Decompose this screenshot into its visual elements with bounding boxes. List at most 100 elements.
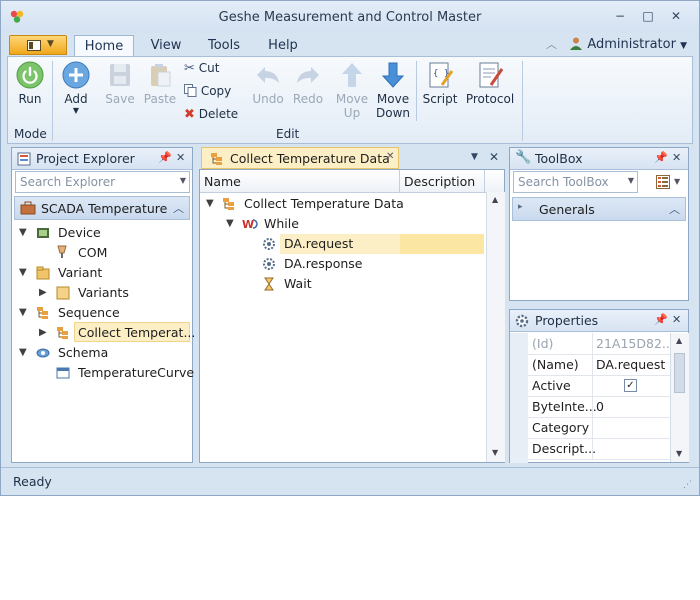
move-down-button[interactable]: Move Down bbox=[374, 61, 412, 129]
group-separator bbox=[522, 61, 523, 141]
cut-button[interactable]: ✂ Cut bbox=[184, 61, 219, 76]
scroll-up-icon[interactable]: ▲ bbox=[492, 195, 498, 204]
project-header[interactable]: SCADA Temperature ︿ bbox=[14, 196, 190, 220]
user-icon bbox=[569, 36, 583, 54]
tree-item-device[interactable]: Device bbox=[58, 225, 101, 240]
collapsed-arrow-icon[interactable]: ▶ bbox=[39, 287, 47, 298]
sequence-tree-grid: Name Description ▼ Collect Temperature D… bbox=[199, 169, 505, 463]
pin-icon[interactable]: 📌 bbox=[158, 151, 172, 164]
column-header-description[interactable]: Description bbox=[404, 174, 475, 189]
paste-button[interactable]: Paste bbox=[142, 61, 178, 115]
gear-data-icon bbox=[263, 258, 275, 270]
briefcase-icon bbox=[20, 201, 36, 215]
save-button[interactable]: Save bbox=[102, 61, 138, 115]
group-label-edit: Edit bbox=[276, 127, 300, 141]
copy-icon bbox=[184, 84, 197, 100]
expand-arrow-icon[interactable]: ▼ bbox=[19, 267, 27, 278]
column-divider bbox=[592, 333, 593, 354]
while-loop-icon: W bbox=[242, 218, 258, 231]
tab-home[interactable]: Home bbox=[74, 35, 134, 57]
run-button[interactable]: Run bbox=[12, 61, 48, 115]
pin-icon[interactable]: 📌 bbox=[654, 151, 668, 164]
close-icon[interactable]: ✕ bbox=[672, 151, 681, 164]
tree-row-da-request[interactable]: DA.request bbox=[284, 236, 353, 251]
pin-icon[interactable]: 📌 bbox=[654, 313, 668, 326]
delete-button[interactable]: ✖ Delete bbox=[184, 107, 238, 122]
collapse-arrow-icon: ▸ bbox=[518, 202, 523, 212]
resize-grip-icon[interactable]: ⋰ bbox=[683, 480, 692, 490]
tree-item-variant[interactable]: Variant bbox=[58, 265, 102, 280]
expand-arrow-icon[interactable]: ▼ bbox=[19, 347, 27, 358]
tree-row-collect-temperature-data[interactable]: Collect Temperature Data bbox=[244, 196, 404, 211]
scroll-down-icon[interactable]: ▼ bbox=[492, 448, 498, 457]
redo-button[interactable]: Redo bbox=[290, 61, 326, 115]
expand-arrow-icon[interactable]: ▼ bbox=[19, 227, 27, 238]
document-tab[interactable]: Collect Temperature Data ✕ bbox=[201, 147, 399, 169]
application-menu-button[interactable]: ▼ bbox=[9, 35, 67, 55]
maximize-button[interactable]: □ bbox=[637, 7, 659, 25]
tree-item-collect-temperature[interactable]: Collect Temperat... bbox=[78, 325, 195, 340]
collapsed-arrow-icon[interactable]: ▶ bbox=[39, 327, 47, 338]
copy-button[interactable]: Copy bbox=[184, 84, 231, 100]
property-row[interactable]: Category bbox=[528, 417, 670, 439]
toolbox-view-button[interactable]: ▼ bbox=[654, 172, 684, 192]
redo-icon bbox=[297, 67, 319, 83]
tree-row-da-response[interactable]: DA.response bbox=[284, 256, 363, 271]
chevron-down-icon[interactable]: ▼ bbox=[628, 176, 634, 185]
sequence-icon bbox=[37, 307, 48, 319]
expand-arrow-icon[interactable]: ▼ bbox=[206, 198, 214, 209]
close-button[interactable]: ✕ bbox=[665, 7, 687, 25]
tree-item-sequence[interactable]: Sequence bbox=[58, 305, 120, 320]
scroll-up-icon[interactable]: ▲ bbox=[676, 336, 682, 345]
collapse-ribbon-icon[interactable]: ︿ bbox=[546, 38, 557, 51]
add-button[interactable]: Add ▼ bbox=[58, 61, 94, 127]
property-row[interactable]: Descript... bbox=[528, 438, 670, 460]
tree-item-variants[interactable]: Variants bbox=[78, 285, 129, 300]
column-header-name[interactable]: Name bbox=[204, 174, 241, 189]
vertical-scrollbar[interactable]: ▲ ▼ bbox=[670, 333, 689, 462]
move-up-button[interactable]: Move Up bbox=[334, 61, 370, 129]
active-checkbox[interactable]: ✓ bbox=[624, 379, 637, 392]
protocol-button[interactable]: Protocol bbox=[464, 61, 516, 115]
tree-item-schema[interactable]: Schema bbox=[58, 345, 108, 360]
tree-item-com[interactable]: COM bbox=[78, 245, 107, 260]
search-toolbox-input[interactable]: Search ToolBox ▼ bbox=[513, 171, 638, 193]
toolbox-section-generals[interactable]: ▸ Generals ︿ bbox=[512, 197, 686, 221]
close-icon[interactable]: ✕ bbox=[672, 313, 681, 326]
tab-view[interactable]: View bbox=[144, 35, 188, 57]
collapse-icon[interactable]: ︿ bbox=[173, 200, 184, 216]
script-button[interactable]: { } Script bbox=[420, 61, 460, 115]
search-explorer-input[interactable]: Search Explorer ▼ bbox=[15, 171, 190, 193]
column-divider bbox=[592, 396, 593, 417]
close-tab-icon[interactable]: ✕ bbox=[386, 151, 394, 162]
undo-button[interactable]: Undo bbox=[250, 61, 286, 115]
property-row[interactable]: Active ✓ bbox=[528, 375, 670, 397]
tree-row-wait[interactable]: Wait bbox=[284, 276, 312, 291]
status-text: Ready bbox=[13, 474, 52, 489]
tab-tools[interactable]: Tools bbox=[200, 35, 248, 57]
collapse-icon[interactable]: ︿ bbox=[669, 201, 680, 217]
tree-row-while[interactable]: While bbox=[264, 216, 299, 231]
toolbox-header: 🔧 ToolBox 📌 ✕ bbox=[510, 148, 688, 170]
user-menu[interactable]: ︿ Administrator ▼ bbox=[546, 36, 687, 54]
close-icon[interactable]: ✕ bbox=[176, 151, 185, 164]
scroll-thumb[interactable] bbox=[674, 353, 685, 393]
tab-list-dropdown-icon[interactable]: ▼ bbox=[471, 152, 478, 162]
chevron-down-icon[interactable]: ▼ bbox=[180, 176, 186, 185]
vertical-scrollbar[interactable]: ▲ ▼ bbox=[486, 192, 505, 462]
save-icon bbox=[110, 64, 130, 86]
expand-arrow-icon[interactable]: ▼ bbox=[226, 218, 234, 229]
minimize-button[interactable]: − bbox=[609, 7, 631, 25]
property-row[interactable]: (Id) 21A15D82... bbox=[528, 333, 674, 355]
protocol-icon bbox=[479, 62, 504, 88]
tab-help[interactable]: Help bbox=[260, 35, 306, 57]
column-divider bbox=[592, 354, 593, 375]
property-row[interactable]: (Name) DA.request bbox=[528, 354, 670, 376]
scroll-down-icon[interactable]: ▼ bbox=[676, 449, 682, 458]
app-menu-icon bbox=[27, 40, 41, 51]
tree-item-temperature-curve[interactable]: TemperatureCurve bbox=[78, 365, 194, 380]
wrench-icon: 🔧 bbox=[515, 150, 532, 165]
close-icon[interactable]: ✕ bbox=[489, 150, 499, 164]
property-row[interactable]: ByteInte... 0 bbox=[528, 396, 670, 418]
expand-arrow-icon[interactable]: ▼ bbox=[19, 307, 27, 318]
